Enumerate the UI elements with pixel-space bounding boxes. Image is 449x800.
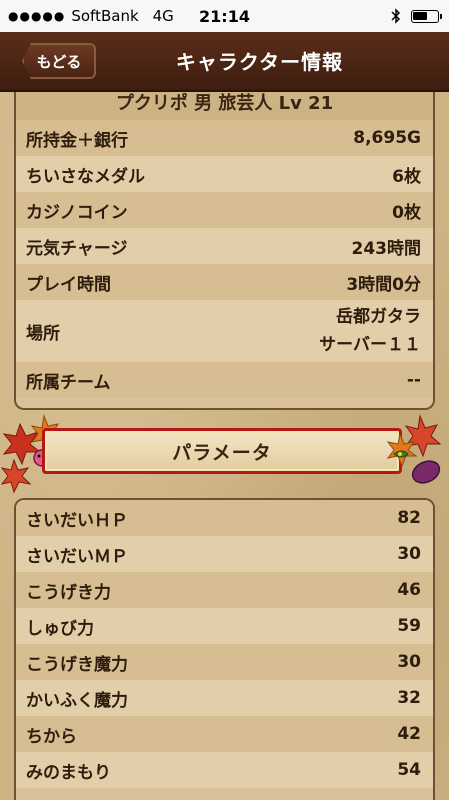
row-value: -- xyxy=(406,370,421,390)
status-bar: ●●●●● SoftBank 4G 21:14 xyxy=(0,0,449,32)
row-label: 所持金＋銀行 xyxy=(26,130,128,151)
param-row-attack: こうげき力 46 xyxy=(16,572,433,608)
content-area[interactable]: プクリポ 男 旅芸人 Lv 21 所持金＋銀行 8,695G ちいさなメダル 6… xyxy=(0,92,449,800)
character-heading: プクリポ 男 旅芸人 Lv 21 xyxy=(16,92,433,120)
status-right xyxy=(391,8,442,24)
info-row-team: 所属チーム -- xyxy=(16,362,433,398)
location-line: 岳都ガタラ xyxy=(336,307,421,327)
back-button[interactable]: もどる xyxy=(22,43,96,79)
battery-icon xyxy=(411,9,442,23)
screen: ●●●●● SoftBank 4G 21:14 もどる キャラクター情報 プクリ… xyxy=(0,0,449,800)
character-rows: 所持金＋銀行 8,695G ちいさなメダル 6枚 カジノコイン 0枚 元気チャー… xyxy=(16,120,433,398)
row-label: ちいさなメダル xyxy=(26,166,145,187)
param-row-strength: ちから 42 xyxy=(16,716,433,752)
parameter-banner: パラメータ xyxy=(0,414,449,494)
param-label: ちから xyxy=(26,726,77,747)
maple-leaves-right-icon xyxy=(386,414,442,484)
param-value: 82 xyxy=(397,508,421,528)
param-row-max-hp: さいだいＨＰ 82 xyxy=(16,500,433,536)
bluetooth-icon xyxy=(391,8,401,24)
info-row-money: 所持金＋銀行 8,695G xyxy=(16,120,433,156)
row-label: 所属チーム xyxy=(26,372,111,393)
page-title: キャラクター情報 xyxy=(175,50,344,74)
sweet-potato-icon xyxy=(411,460,441,484)
param-row-defense: しゅび力 59 xyxy=(16,608,433,644)
param-row-max-mp: さいだいＭＰ 30 xyxy=(16,536,433,572)
param-value: 30 xyxy=(397,652,421,672)
param-row-toughness: みのまもり 54 xyxy=(16,752,433,788)
row-value: 6枚 xyxy=(392,166,421,187)
info-row-casino-coins: カジノコイン 0枚 xyxy=(16,192,433,228)
parameter-panel: さいだいＨＰ 82 さいだいＭＰ 30 こうげき力 46 しゅび力 59 こうげ… xyxy=(14,498,435,800)
param-label: こうげき魔力 xyxy=(26,654,128,675)
param-label: かいふく魔力 xyxy=(26,690,128,711)
row-label: 場所 xyxy=(26,323,60,344)
battery-fill xyxy=(413,11,427,20)
row-value: 8,695G xyxy=(353,128,421,148)
info-row-location: 場所 岳都ガタラ サーバー１１ xyxy=(16,300,433,362)
param-label: しゅび力 xyxy=(26,618,94,639)
info-row-play-time: プレイ時間 3時間0分 xyxy=(16,264,433,300)
server-line: サーバー１１ xyxy=(319,335,421,355)
row-value: 0枚 xyxy=(392,202,421,223)
parameter-banner-label: パラメータ xyxy=(42,428,402,474)
param-value: 42 xyxy=(397,724,421,744)
info-row-medals: ちいさなメダル 6枚 xyxy=(16,156,433,192)
row-value: 3時間0分 xyxy=(346,274,421,295)
clock: 21:14 xyxy=(199,7,250,26)
param-label: さいだいＨＰ xyxy=(26,510,128,531)
nav-header: もどる キャラクター情報 xyxy=(0,32,449,92)
parameter-rows: さいだいＨＰ 82 さいだいＭＰ 30 こうげき力 46 しゅび力 59 こうげ… xyxy=(16,500,433,788)
param-label: こうげき力 xyxy=(26,582,111,603)
param-value: 46 xyxy=(397,580,421,600)
param-label: さいだいＭＰ xyxy=(26,546,128,567)
param-value: 32 xyxy=(397,688,421,708)
param-row-heal-magic: かいふく魔力 32 xyxy=(16,680,433,716)
row-label: カジノコイン xyxy=(26,202,128,223)
param-label: みのまもり xyxy=(26,762,111,783)
param-value: 54 xyxy=(397,760,421,780)
row-value: 岳都ガタラ サーバー１１ xyxy=(319,303,421,359)
row-value: 243時間 xyxy=(351,238,422,259)
row-label: プレイ時間 xyxy=(26,274,111,295)
row-label: 元気チャージ xyxy=(26,238,128,259)
param-row-attack-magic: こうげき魔力 30 xyxy=(16,644,433,680)
character-panel: プクリポ 男 旅芸人 Lv 21 所持金＋銀行 8,695G ちいさなメダル 6… xyxy=(14,92,435,410)
param-value: 59 xyxy=(397,616,421,636)
info-row-genki-charge: 元気チャージ 243時間 xyxy=(16,228,433,264)
param-value: 30 xyxy=(397,544,421,564)
